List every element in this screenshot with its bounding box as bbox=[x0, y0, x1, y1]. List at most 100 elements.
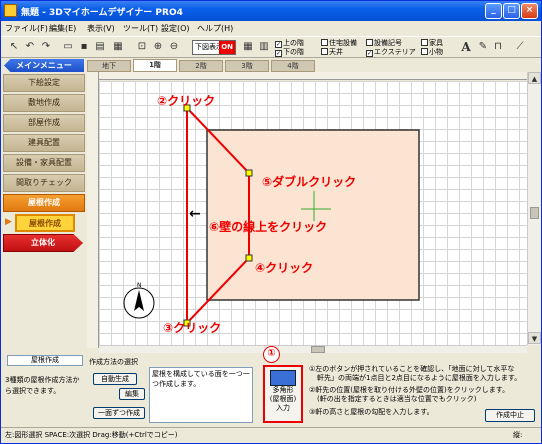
bottom-panel: 屋根作成 3種類の屋根作成方法から選択できます。 作成方法の選択 自動生成 編集… bbox=[1, 346, 541, 427]
tab-basement[interactable]: 地下 bbox=[87, 60, 131, 72]
checkbox-icon: ✓ bbox=[275, 41, 282, 48]
checkbox-icon bbox=[321, 48, 328, 55]
tab-floor-1[interactable]: 1階 bbox=[133, 59, 177, 72]
instruction-line: (軒の出を指定するときは適当な位置でもクリック) bbox=[317, 395, 477, 403]
drawing-canvas[interactable]: N ②クリック ⑤ダブルクリック ← ⑥壁の線上をクリック ④クリック ③クリッ… bbox=[99, 81, 527, 345]
vertical-scroll-thumb[interactable] bbox=[530, 207, 539, 219]
cancel-creation-button[interactable]: 作成中止 bbox=[485, 409, 535, 422]
sidebar-item-3d[interactable]: 立体化 bbox=[3, 234, 83, 252]
image-icon[interactable]: ▦ bbox=[111, 40, 125, 54]
vertex-handle[interactable] bbox=[245, 169, 253, 177]
horizontal-ruler bbox=[99, 72, 527, 80]
grid-icon[interactable]: ▦ bbox=[241, 40, 255, 54]
zoom-fit-icon[interactable]: ⊡ bbox=[135, 40, 149, 54]
menu-bar: ファイル(F) 編集(E) 表示(V) ツール(T) 設定(O) ヘルプ(H) bbox=[1, 21, 541, 36]
horizontal-scroll-thumb[interactable] bbox=[311, 346, 325, 353]
checkbox-icon bbox=[421, 48, 428, 55]
horizontal-scrollbar[interactable] bbox=[99, 345, 527, 353]
app-window: 無題 - 3Dマイホームデザイナー PRO4 _ □ × ファイル(F) 編集(… bbox=[0, 0, 542, 444]
annotation-wall-click-6: ⑥壁の線上をクリック bbox=[209, 220, 328, 234]
edit-button[interactable]: 編集 bbox=[119, 388, 145, 400]
polygon-roof-input-button[interactable]: 多角形 (屋根面) 入力 bbox=[263, 365, 303, 423]
auto-generate-button[interactable]: 自動生成 bbox=[93, 373, 137, 385]
check-furniture[interactable]: 家具 bbox=[421, 39, 443, 48]
sidebar-item-roof[interactable]: 屋根作成 bbox=[3, 194, 85, 212]
sidebar-subitem-roof-create[interactable]: 屋根作成 bbox=[15, 214, 75, 232]
sidebar-item-equipment[interactable]: 設備・家具配置 bbox=[3, 154, 85, 172]
vertical-ruler bbox=[87, 72, 99, 348]
compass-icon: N bbox=[123, 282, 155, 319]
floor-tabs: 地下 1階 2階 3階 4階 bbox=[87, 59, 527, 72]
drawing-svg: N bbox=[123, 104, 420, 327]
vertical-scrollbar[interactable]: ▲ ▼ bbox=[527, 72, 541, 345]
one-face-button[interactable]: 一面ずつ作成 bbox=[93, 407, 145, 419]
left-arrow-icon: ← bbox=[189, 206, 201, 222]
zoom-in-icon[interactable]: ⊕ bbox=[151, 40, 165, 54]
maximize-button[interactable]: □ bbox=[503, 3, 520, 19]
toolbar: ↖ ↶ ↷ ▭ ▪ ▤ ▦ ⊡ ⊕ ⊖ 下図表示 ON ▦ ▥ ✓ 上の階 ✓ 下の… bbox=[1, 36, 541, 58]
tab-floor-2[interactable]: 2階 bbox=[179, 60, 223, 72]
open-folder-icon[interactable]: ▭ bbox=[61, 40, 75, 54]
panel-description: 3種類の屋根作成方法から選択できます。 bbox=[5, 376, 80, 395]
eyedropper-icon[interactable]: ⟋ bbox=[513, 40, 527, 54]
annotation-step-1: ① bbox=[263, 346, 280, 363]
check-lower-floor[interactable]: ✓ 下の階 bbox=[275, 48, 304, 57]
text-tool-icon[interactable]: A bbox=[459, 40, 473, 54]
polygon-button-line-3: 入力 bbox=[276, 404, 290, 412]
menu-view[interactable]: 表示(V) bbox=[87, 23, 115, 34]
polygon-button-line-2: (屋根面) bbox=[269, 395, 297, 403]
pen-icon[interactable]: ✎ bbox=[476, 40, 490, 54]
save-icon[interactable]: ▪ bbox=[77, 40, 91, 54]
annotation-click-2: ②クリック bbox=[157, 94, 216, 108]
current-item-arrow-icon: ▶ bbox=[5, 217, 12, 227]
annotation-double-click-5: ⑤ダブルクリック bbox=[262, 175, 357, 189]
check-upper-floor[interactable]: ✓ 上の階 bbox=[275, 39, 304, 48]
scroll-up-icon[interactable]: ▲ bbox=[528, 72, 541, 84]
title-bar: 無題 - 3Dマイホームデザイナー PRO4 _ □ × bbox=[1, 1, 541, 21]
menu-file[interactable]: ファイル(F) bbox=[5, 23, 48, 34]
grid-settings-icon[interactable]: ▥ bbox=[257, 40, 271, 54]
main-menu-button[interactable]: メインメニュー bbox=[4, 59, 84, 72]
check-small-items[interactable]: 小物 bbox=[421, 48, 443, 57]
menu-tools[interactable]: ツール(T) bbox=[123, 23, 158, 34]
polygon-button-line-1: 多角形 bbox=[272, 386, 294, 394]
instruction-line: ③軒の高さと屋根の勾配を入力します。 bbox=[309, 408, 434, 416]
menu-settings[interactable]: 設定(O) bbox=[161, 23, 190, 34]
menu-help[interactable]: ヘルプ(H) bbox=[197, 23, 233, 34]
tab-floor-4[interactable]: 4階 bbox=[271, 60, 315, 72]
sidebar: メインメニュー 下絵設定 敷地作成 部屋作成 建具配置 設備・家具配置 間取りチ… bbox=[1, 59, 87, 349]
check-equipment-symbol[interactable]: 設備記号 bbox=[366, 39, 402, 48]
undo-icon[interactable]: ↶ bbox=[23, 40, 37, 54]
vertex-handle[interactable] bbox=[245, 254, 253, 262]
redo-icon[interactable]: ↷ bbox=[39, 40, 53, 54]
check-exterior[interactable]: ✓ エクステリア bbox=[366, 48, 416, 57]
window-title: 無題 - 3Dマイホームデザイナー PRO4 bbox=[21, 8, 183, 18]
checkbox-icon bbox=[421, 39, 428, 46]
sidebar-item-underlay[interactable]: 下絵設定 bbox=[3, 74, 85, 92]
sidebar-item-layout-check[interactable]: 間取りチェック bbox=[3, 174, 85, 192]
annotation-click-3: ③クリック bbox=[163, 321, 222, 335]
tab-floor-3[interactable]: 3階 bbox=[225, 60, 269, 72]
select-arrow-icon[interactable]: ↖ bbox=[7, 40, 21, 54]
menu-edit[interactable]: 編集(E) bbox=[49, 23, 76, 34]
sidebar-item-fittings[interactable]: 建具配置 bbox=[3, 134, 85, 152]
app-icon bbox=[4, 4, 17, 17]
close-button[interactable]: × bbox=[521, 3, 538, 19]
print-icon[interactable]: ▤ bbox=[93, 40, 107, 54]
instruction-line: ①左のボタンが押されていることを確認し、「地面に対して水平な bbox=[309, 365, 515, 373]
annotation-click-4: ④クリック bbox=[255, 261, 314, 275]
checkbox-icon bbox=[321, 39, 328, 46]
sidebar-item-room[interactable]: 部屋作成 bbox=[3, 114, 85, 132]
minimize-button[interactable]: _ bbox=[485, 3, 502, 19]
status-right: 縦: bbox=[513, 431, 523, 439]
checkbox-icon: ✓ bbox=[366, 50, 373, 57]
sidebar-item-site[interactable]: 敷地作成 bbox=[3, 94, 85, 112]
dimension-icon[interactable]: ⊓ bbox=[491, 40, 505, 54]
method-description: 屋根を構成している面を一つ一つ作成します。 bbox=[149, 367, 253, 423]
check-ceiling[interactable]: 天井 bbox=[321, 48, 343, 57]
zoom-out-icon[interactable]: ⊖ bbox=[167, 40, 181, 54]
scroll-down-icon[interactable]: ▼ bbox=[528, 332, 541, 344]
check-housing-equipment[interactable]: 住宅設備 bbox=[321, 39, 357, 48]
status-text: 左:図形選択 SPACE:次選択 Drag:移動(+Ctrlでコピー) bbox=[5, 431, 178, 439]
overlay-toggle-button[interactable]: 下図表示 ON bbox=[192, 40, 236, 55]
